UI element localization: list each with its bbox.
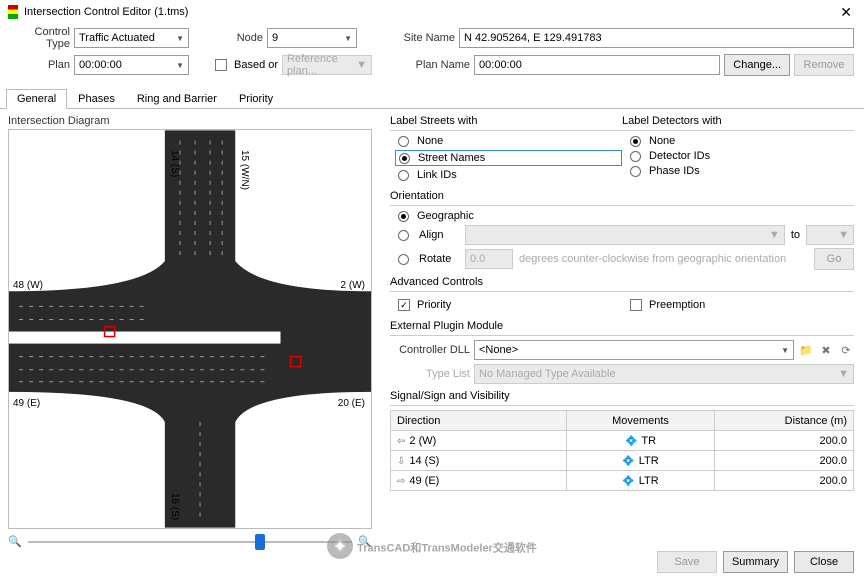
controller-dll-label: Controller DLL bbox=[390, 344, 470, 356]
plan-select[interactable]: 00:00:00▼ bbox=[74, 55, 189, 75]
signal-title: Signal/Sign and Visibility bbox=[390, 390, 854, 402]
delete-icon[interactable]: ✖ bbox=[818, 342, 834, 358]
road-graphic bbox=[9, 130, 371, 528]
plan-name-label: Plan Name bbox=[410, 59, 470, 71]
zoom-in-icon[interactable]: 🔍 bbox=[358, 535, 372, 548]
top-form: Control Type Traffic Actuated▼ Node 9▼ S… bbox=[0, 24, 864, 86]
label-detectors-title: Label Detectors with bbox=[622, 115, 854, 127]
based-or-checkbox[interactable] bbox=[215, 59, 227, 71]
table-row[interactable]: ⇦2 (W)💠TR200.0 bbox=[391, 431, 854, 451]
based-or-label: Based or bbox=[234, 59, 278, 71]
site-name-label: Site Name bbox=[395, 32, 455, 44]
arrow-icon: ⇦ bbox=[397, 436, 405, 447]
tab-ring-barrier[interactable]: Ring and Barrier bbox=[126, 89, 228, 109]
summary-button[interactable]: Summary bbox=[723, 551, 788, 573]
checkbox-priority[interactable]: ✓Priority bbox=[398, 299, 622, 311]
node-label: Node bbox=[193, 32, 263, 44]
col-direction: Direction bbox=[391, 411, 567, 431]
chevron-down-icon: ▼ bbox=[356, 59, 367, 71]
arrow-icon: ⇨ bbox=[397, 476, 405, 487]
tab-general[interactable]: General bbox=[6, 89, 67, 109]
advanced-title: Advanced Controls bbox=[390, 276, 854, 288]
radio-streets-names[interactable]: Street Names bbox=[395, 150, 622, 166]
radio-rotate[interactable]: Rotate 0.0 degrees counter-clockwise fro… bbox=[398, 248, 854, 270]
arrow-icon: ⇩ bbox=[397, 456, 405, 467]
chevron-down-icon: ▼ bbox=[176, 61, 184, 70]
plan-name-input[interactable]: 00:00:00 bbox=[474, 55, 720, 75]
title-bar: Intersection Control Editor (1.tms) ✕ bbox=[0, 0, 864, 24]
tab-priority[interactable]: Priority bbox=[228, 89, 284, 109]
col-distance: Distance (m) bbox=[715, 411, 854, 431]
signal-table[interactable]: Direction Movements Distance (m) ⇦2 (W)💠… bbox=[390, 410, 854, 491]
go-button: Go bbox=[814, 248, 854, 270]
checkbox-preemption[interactable]: Preemption bbox=[630, 299, 854, 311]
col-movements: Movements bbox=[566, 411, 714, 431]
diagram-label-e: 2 (W) bbox=[341, 280, 365, 291]
zoom-out-icon[interactable]: 🔍 bbox=[8, 535, 22, 548]
control-type-select[interactable]: Traffic Actuated▼ bbox=[74, 28, 189, 48]
radio-det-ids[interactable]: Detector IDs bbox=[630, 150, 854, 162]
refresh-icon[interactable]: ⟳ bbox=[838, 342, 854, 358]
radio-streets-linkids[interactable]: Link IDs bbox=[398, 169, 622, 181]
tab-phases[interactable]: Phases bbox=[67, 89, 126, 109]
table-row[interactable]: ⇨49 (E)💠LTR200.0 bbox=[391, 471, 854, 491]
table-row[interactable]: ⇩14 (S)💠LTR200.0 bbox=[391, 451, 854, 471]
type-list-select: No Managed Type Available▼ bbox=[474, 364, 854, 384]
label-streets-title: Label Streets with bbox=[390, 115, 622, 127]
diagram-label-n2: 15 (W/N) bbox=[239, 150, 250, 190]
reference-plan-select: Reference plan...▼ bbox=[282, 55, 372, 75]
diagram-label-n1: 14 (S) bbox=[169, 150, 180, 177]
diagram-label-se: 20 (E) bbox=[338, 398, 365, 409]
diagram-label-s: 16 (S) bbox=[169, 493, 180, 520]
change-button[interactable]: Change... bbox=[724, 54, 790, 76]
footer: Save Summary Close bbox=[657, 551, 854, 573]
window-title: Intersection Control Editor (1.tms) bbox=[24, 6, 836, 18]
radio-geographic[interactable]: Geographic bbox=[398, 210, 854, 222]
plugin-title: External Plugin Module bbox=[390, 320, 854, 332]
rotate-degrees: 0.0 bbox=[465, 249, 513, 269]
intersection-diagram[interactable]: 14 (S) 15 (W/N) 48 (W) 2 (W) 49 (E) 20 (… bbox=[8, 129, 372, 529]
chevron-down-icon: ▼ bbox=[176, 34, 184, 43]
plan-label: Plan bbox=[10, 59, 70, 71]
diagram-label-w: 48 (W) bbox=[13, 280, 43, 291]
chevron-down-icon: ▼ bbox=[344, 34, 352, 43]
close-button[interactable]: Close bbox=[794, 551, 854, 573]
app-icon bbox=[8, 5, 18, 19]
radio-streets-none[interactable]: None bbox=[398, 135, 622, 147]
remove-button: Remove bbox=[794, 54, 854, 76]
control-type-label: Control Type bbox=[10, 26, 70, 50]
site-name-input[interactable]: N 42.905264, E 129.491783 bbox=[459, 28, 854, 48]
close-icon[interactable]: ✕ bbox=[836, 4, 856, 21]
diagram-title: Intersection Diagram bbox=[8, 115, 372, 127]
type-list-label: Type List bbox=[390, 368, 470, 380]
folder-icon[interactable]: 📁 bbox=[798, 342, 814, 358]
diagram-label-sw: 49 (E) bbox=[13, 398, 40, 409]
radio-det-phase[interactable]: Phase IDs bbox=[630, 165, 854, 177]
radio-det-none[interactable]: None bbox=[630, 135, 854, 147]
tab-bar: General Phases Ring and Barrier Priority bbox=[0, 88, 864, 109]
radio-align[interactable]: Align ▼ to ▼ bbox=[398, 225, 854, 245]
node-select[interactable]: 9▼ bbox=[267, 28, 357, 48]
zoom-slider[interactable] bbox=[28, 541, 353, 543]
orientation-title: Orientation bbox=[390, 190, 854, 202]
save-button: Save bbox=[657, 551, 717, 573]
controller-dll-select[interactable]: <None>▼ bbox=[474, 340, 794, 360]
